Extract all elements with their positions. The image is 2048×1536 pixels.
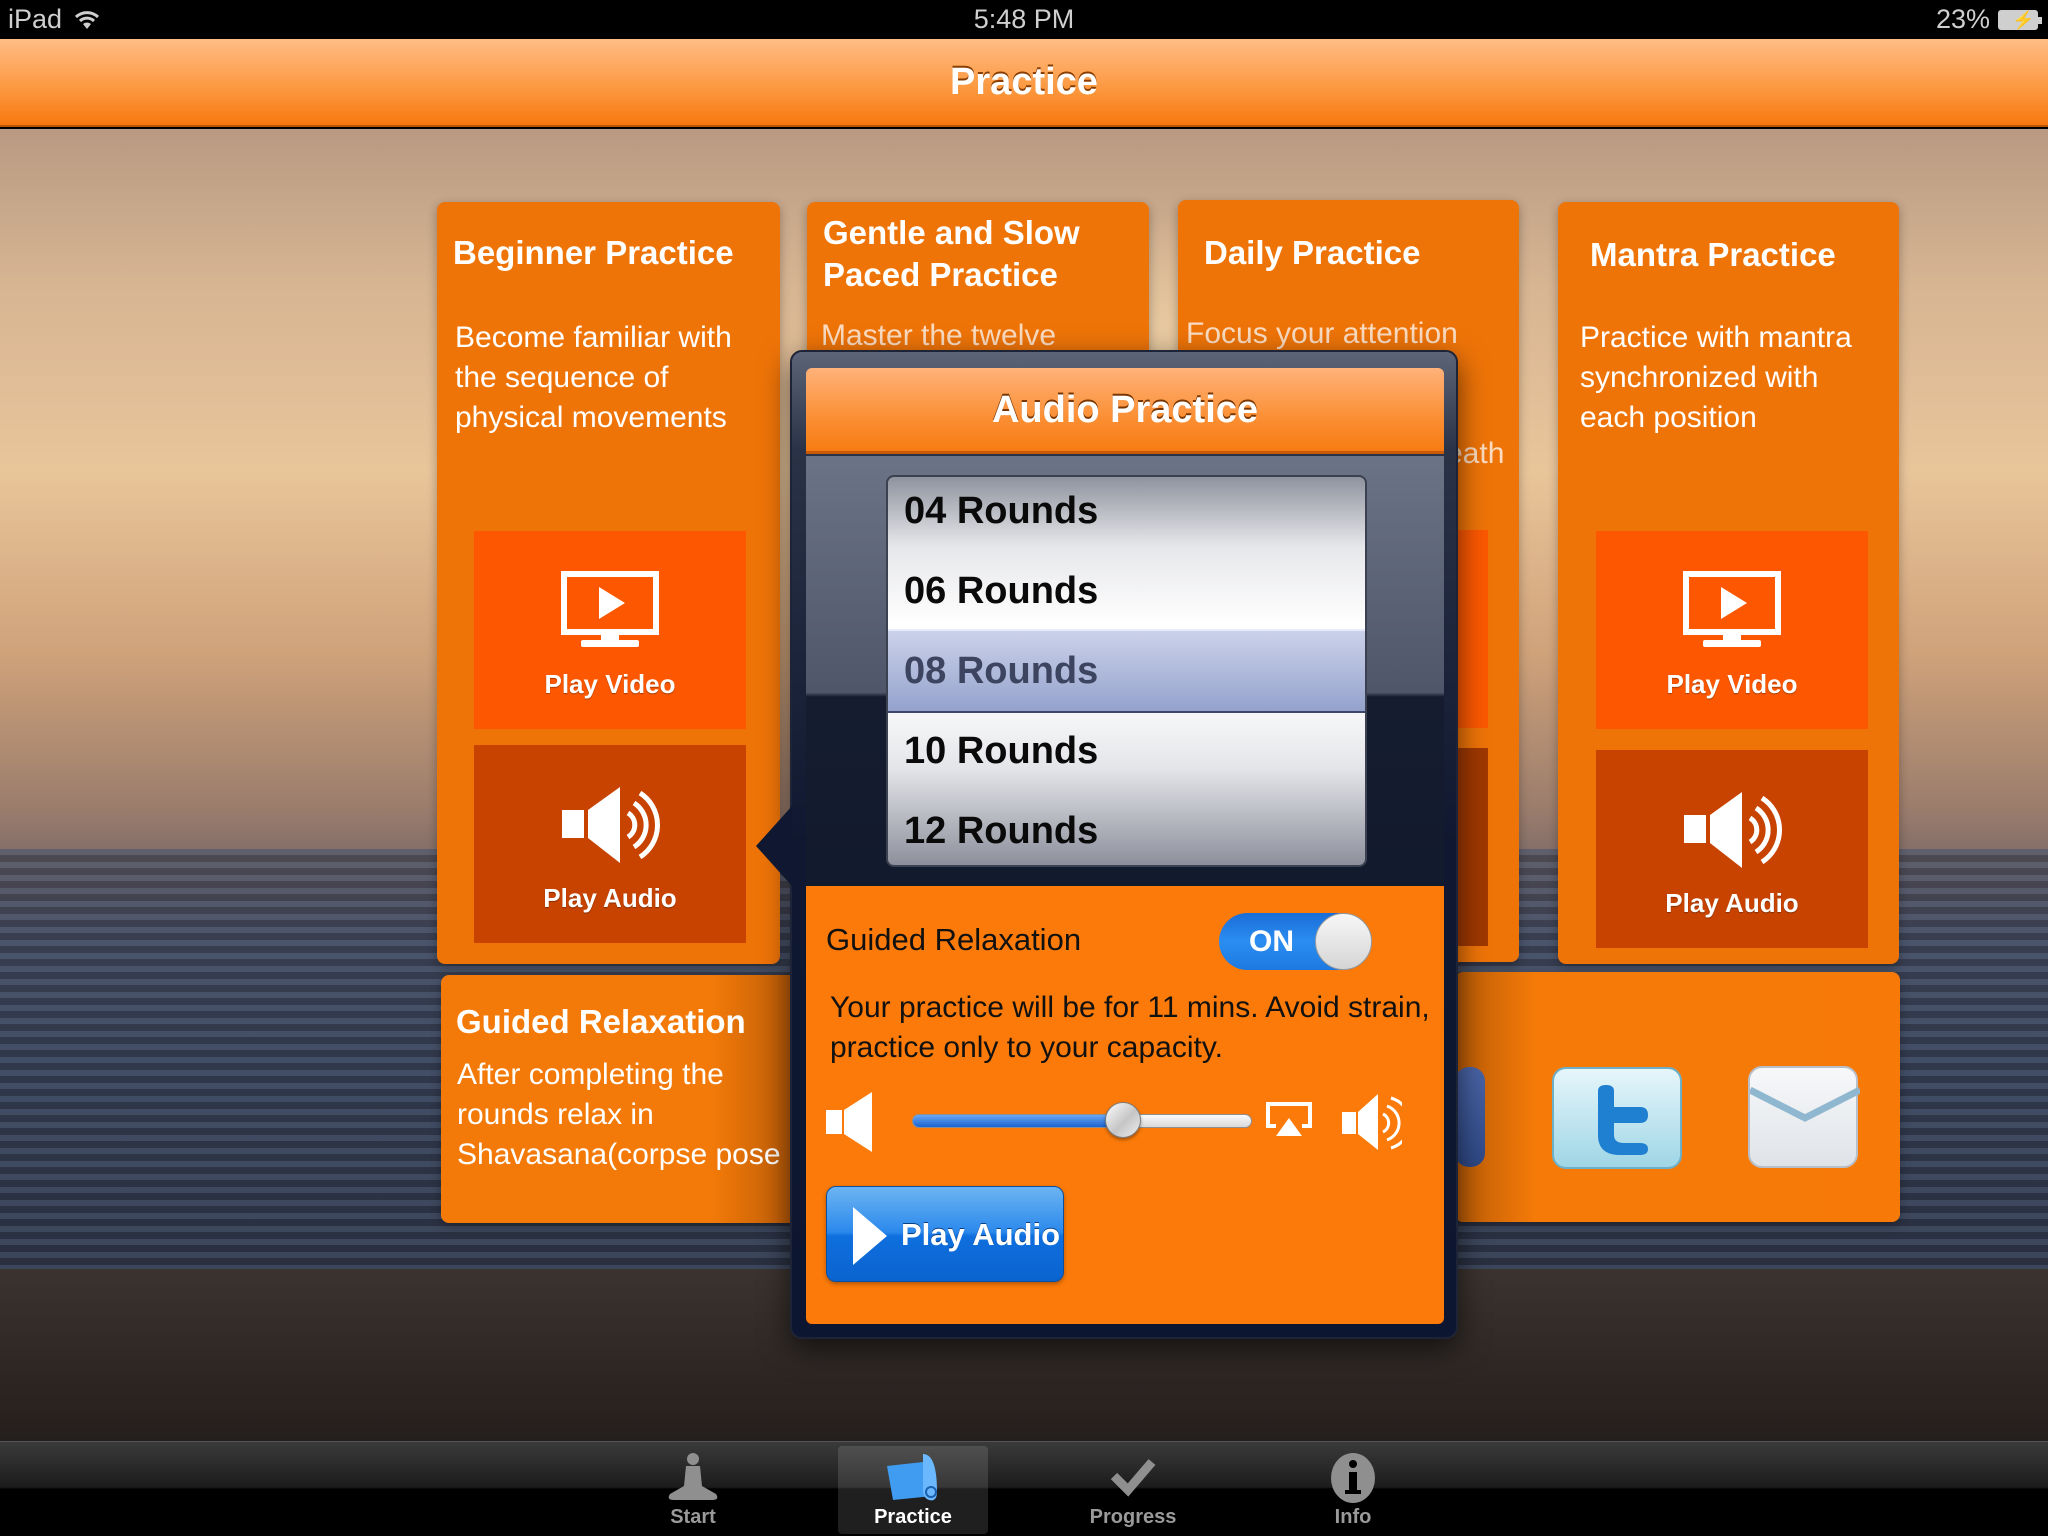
practice-duration-message: Your practice will be for 11 mins. Avoid…	[830, 991, 1430, 1064]
airplay-icon[interactable]	[1266, 1102, 1312, 1138]
yoga-mat-icon	[887, 1454, 937, 1501]
popover-controls: Guided Relaxation ON Your practice will …	[806, 886, 1444, 1324]
card-mantra-practice: Mantra Practice Practice with mantra syn…	[1558, 202, 1899, 964]
card-title: Daily Practice	[1204, 234, 1421, 271]
card-title: Guided Relaxation	[456, 1003, 746, 1040]
play-audio-label: Play Audio	[1665, 888, 1799, 918]
card-beginner-practice: Beginner Practice Become familiar with t…	[437, 202, 780, 964]
monitor-play-icon	[561, 571, 659, 647]
tab-info[interactable]: Info	[1278, 1446, 1428, 1534]
tab-label: Start	[670, 1506, 716, 1528]
twitter-t-glyph	[1598, 1085, 1648, 1155]
play-audio-button[interactable]: Play Audio	[474, 745, 746, 943]
card-description: Focus your attention	[1186, 317, 1458, 350]
tab-practice[interactable]: Practice	[838, 1446, 988, 1534]
battery-percent: 23%	[1935, 4, 1990, 34]
popover-title: Audio Practice	[991, 389, 1259, 431]
mail-icon[interactable]	[1748, 1066, 1862, 1168]
status-bar: iPad 5:48 PM 23% ⚡	[0, 0, 2048, 39]
play-audio-submit-label: Play Audio	[901, 1217, 1061, 1252]
volume-high-icon	[1342, 1094, 1402, 1150]
tab-label: Progress	[1089, 1506, 1177, 1528]
volume-low-icon	[826, 1092, 872, 1152]
play-audio-label: Play Audio	[543, 883, 677, 913]
facebook-icon[interactable]	[1455, 1067, 1485, 1167]
status-time: 5:48 PM	[973, 4, 1075, 34]
audio-practice-popover: Audio Practice 04 Rounds 06 Rounds 08 Ro…	[756, 350, 1458, 1339]
tab-label: Practice	[874, 1506, 952, 1528]
twitter-icon[interactable]	[1552, 1067, 1682, 1169]
tab-progress[interactable]: Progress	[1058, 1446, 1208, 1534]
tab-label: Info	[1334, 1506, 1372, 1528]
card-title: Gentle and Slow Paced Practice	[823, 214, 1080, 293]
tab-start[interactable]: Start	[618, 1446, 768, 1534]
speaker-icon	[562, 787, 660, 863]
card-description: After completing the rounds relax in Sha…	[457, 1058, 781, 1171]
picker-option[interactable]: 06 Rounds	[904, 551, 1098, 631]
play-video-label: Play Video	[544, 669, 676, 699]
speaker-icon	[1684, 792, 1782, 868]
volume-slider-thumb[interactable]	[1104, 1102, 1141, 1138]
picker-option[interactable]: 12 Rounds	[904, 791, 1098, 865]
picker-option[interactable]: 04 Rounds	[904, 477, 1098, 551]
page-title: Practice	[950, 61, 1098, 103]
card-title: Mantra Practice	[1590, 236, 1836, 273]
picker-option[interactable]: 10 Rounds	[904, 711, 1098, 791]
envelope-glyph	[1748, 1086, 1862, 1122]
picker-option-selected[interactable]: 08 Rounds	[904, 631, 1098, 711]
navigation-bar: Practice	[0, 39, 2048, 127]
meditation-figure-icon	[668, 1453, 718, 1500]
guided-relaxation-label: Guided Relaxation	[826, 922, 1082, 957]
toggle-state: ON	[1249, 925, 1294, 958]
card-description: Practice with mantra synchronized with e…	[1580, 321, 1852, 434]
play-audio-submit-button[interactable]: Play Audio	[826, 1186, 1064, 1282]
guided-relaxation-toggle[interactable]: ON	[1219, 913, 1372, 970]
battery-charging-icon: ⚡	[1998, 9, 2042, 30]
volume-slider-track[interactable]	[912, 1114, 1252, 1128]
card-share	[1455, 972, 1900, 1222]
volume-control	[826, 1086, 1426, 1156]
card-description: Become familiar with the sequence of phy…	[455, 321, 732, 434]
popover-arrow	[756, 806, 792, 886]
play-video-button[interactable]: Play Video	[474, 531, 746, 729]
play-video-label: Play Video	[1666, 669, 1798, 699]
info-icon	[1331, 1453, 1375, 1503]
card-guided-relaxation: Guided Relaxation After completing the r…	[441, 975, 801, 1223]
monitor-play-icon	[1683, 571, 1781, 647]
checkmark-icon	[1110, 1459, 1156, 1497]
play-audio-button[interactable]: Play Audio	[1596, 750, 1868, 948]
volume-slider-fill	[913, 1115, 1123, 1127]
tab-bar: Start Practice Progress Info	[0, 1441, 2048, 1536]
play-icon	[853, 1207, 887, 1265]
card-title: Beginner Practice	[453, 234, 734, 271]
toggle-knob	[1315, 913, 1372, 970]
play-video-button[interactable]: Play Video	[1596, 531, 1868, 729]
popover-header: Audio Practice	[806, 368, 1444, 454]
rounds-picker[interactable]: 04 Rounds 06 Rounds 08 Rounds 10 Rounds …	[886, 475, 1367, 867]
